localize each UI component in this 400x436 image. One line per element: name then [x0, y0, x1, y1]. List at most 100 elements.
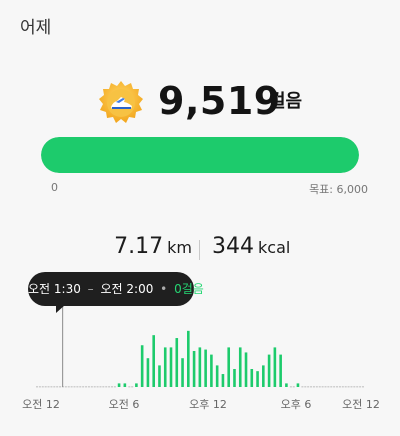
tooltip-start-time: 오전 1:30	[28, 282, 81, 296]
progress-goal-label: 목표: 6,000	[309, 183, 368, 196]
progress-min-label: 0	[51, 181, 58, 194]
chart-baseline-dot	[307, 386, 310, 388]
chart-baseline-dot	[359, 386, 362, 388]
chart-bar[interactable]	[192, 351, 196, 387]
chart-bar[interactable]	[233, 369, 236, 387]
chart-baseline-dot	[330, 386, 333, 388]
chart-baseline-dot	[82, 386, 85, 388]
chart-baseline-dot	[59, 386, 62, 388]
chart-bar[interactable]	[181, 358, 184, 387]
chart-bar[interactable]	[279, 354, 282, 387]
distance-value: 7.17	[114, 234, 164, 259]
tooltip-dot: •	[160, 282, 168, 296]
calories-stat: 344 kcal	[212, 234, 290, 259]
chart-bar[interactable]	[123, 383, 127, 387]
chart-baseline-dot	[333, 386, 336, 388]
chart-baseline-dot	[327, 386, 330, 388]
chart-baseline-dot	[111, 386, 114, 388]
chart-bar[interactable]	[198, 347, 202, 387]
chart-bar[interactable]	[285, 383, 288, 387]
chart-baseline-dot	[67, 386, 70, 388]
chart-baseline-dot	[336, 386, 339, 388]
distance-stat: 7.17 km	[114, 234, 192, 259]
chart-bar[interactable]	[215, 365, 219, 387]
chart-bar[interactable]	[152, 335, 155, 387]
chart-x-tick-label: 오전 12	[342, 398, 380, 411]
sneaker-medal-icon	[99, 81, 143, 123]
chart-x-tick-label: 오전 12	[22, 398, 60, 411]
chart-baseline-dot	[73, 386, 76, 388]
chart-baseline-dot	[87, 386, 90, 388]
steps-progress-fill	[41, 137, 359, 173]
chart-bar[interactable]	[210, 354, 213, 387]
chart-baseline-dot	[76, 386, 79, 388]
chart-bar[interactable]	[244, 352, 248, 387]
chart-baseline-dot	[64, 386, 67, 388]
chart-bar[interactable]	[169, 347, 173, 387]
hourly-steps-chart[interactable]: 오전 12 오전 6 오후 12 오후 6 오전 12	[0, 300, 400, 436]
chart-bar[interactable]	[146, 358, 150, 387]
chart-bar[interactable]	[227, 347, 231, 387]
chart-bar[interactable]	[250, 369, 254, 387]
chart-bar[interactable]	[163, 347, 167, 387]
chart-baseline-dot	[341, 386, 344, 388]
chart-bar[interactable]	[175, 338, 179, 387]
chart-baseline-dot	[292, 386, 295, 388]
chart-baseline-dot	[47, 386, 50, 388]
chart-baseline-dot	[105, 386, 108, 388]
steps-summary: 9,519 걸음	[0, 78, 400, 124]
chart-bar[interactable]	[296, 383, 300, 387]
chart-baseline-dot	[41, 386, 44, 388]
tooltip-dash: –	[87, 282, 94, 296]
distance-unit: km	[167, 238, 192, 257]
chart-baseline-dot	[102, 386, 105, 388]
chart-baseline-dot	[353, 386, 356, 388]
chart-bar[interactable]	[187, 330, 190, 387]
chart-baseline-dot	[79, 386, 82, 388]
chart-baseline-dot	[347, 386, 350, 388]
chart-baseline-dot	[128, 386, 131, 388]
chart-baseline-dot	[85, 386, 88, 388]
chart-baseline-dot	[99, 386, 102, 388]
chart-bar[interactable]	[117, 383, 121, 387]
chart-baseline-dot	[344, 386, 347, 388]
chart-baseline-dot	[108, 386, 111, 388]
chart-bar[interactable]	[221, 374, 225, 387]
chart-x-tick-label: 오전 6	[109, 398, 140, 411]
chart-baseline-dot	[56, 386, 59, 388]
calories-value: 344	[212, 234, 254, 259]
chart-bar[interactable]	[267, 354, 271, 387]
chart-bar[interactable]	[140, 345, 144, 387]
chart-bar[interactable]	[262, 365, 265, 387]
chart-bar[interactable]	[256, 371, 259, 387]
chart-baseline-dot	[318, 386, 321, 388]
tooltip-pointer	[56, 305, 65, 313]
chart-bar[interactable]	[273, 347, 277, 387]
steps-progress-bar	[41, 137, 359, 173]
chart-x-tick-label: 오후 12	[189, 398, 227, 411]
steps-count: 9,519	[158, 79, 281, 123]
chart-bar[interactable]	[135, 383, 138, 387]
tooltip-end-time: 오전 2:00	[100, 282, 154, 296]
chart-baseline-dot	[315, 386, 318, 388]
activity-stats: 7.17 km 344 kcal	[0, 234, 400, 264]
chart-baseline-dot	[38, 386, 41, 388]
tooltip-steps-value: 0걸음	[174, 282, 204, 296]
chart-bar[interactable]	[238, 347, 242, 387]
chart-baseline-dot	[356, 386, 359, 388]
chart-bar[interactable]	[158, 365, 161, 387]
stats-divider	[199, 240, 200, 260]
chart-baseline-dot	[113, 386, 116, 388]
chart-tooltip: 오전 1:30 – 오전 2:00 • 0걸음	[28, 272, 204, 306]
chart-baseline-dot	[36, 386, 38, 388]
chart-baseline-dot	[304, 386, 307, 388]
page-title: 어제	[20, 18, 52, 38]
steps-unit: 걸음	[269, 91, 303, 112]
chart-baseline-dot	[324, 386, 327, 388]
chart-baseline-dot	[301, 386, 304, 388]
chart-baseline-dot	[310, 386, 313, 388]
chart-baseline-dot	[350, 386, 353, 388]
chart-baseline-dot	[90, 386, 93, 388]
chart-baseline-dot	[50, 386, 53, 388]
chart-bar[interactable]	[204, 349, 207, 387]
